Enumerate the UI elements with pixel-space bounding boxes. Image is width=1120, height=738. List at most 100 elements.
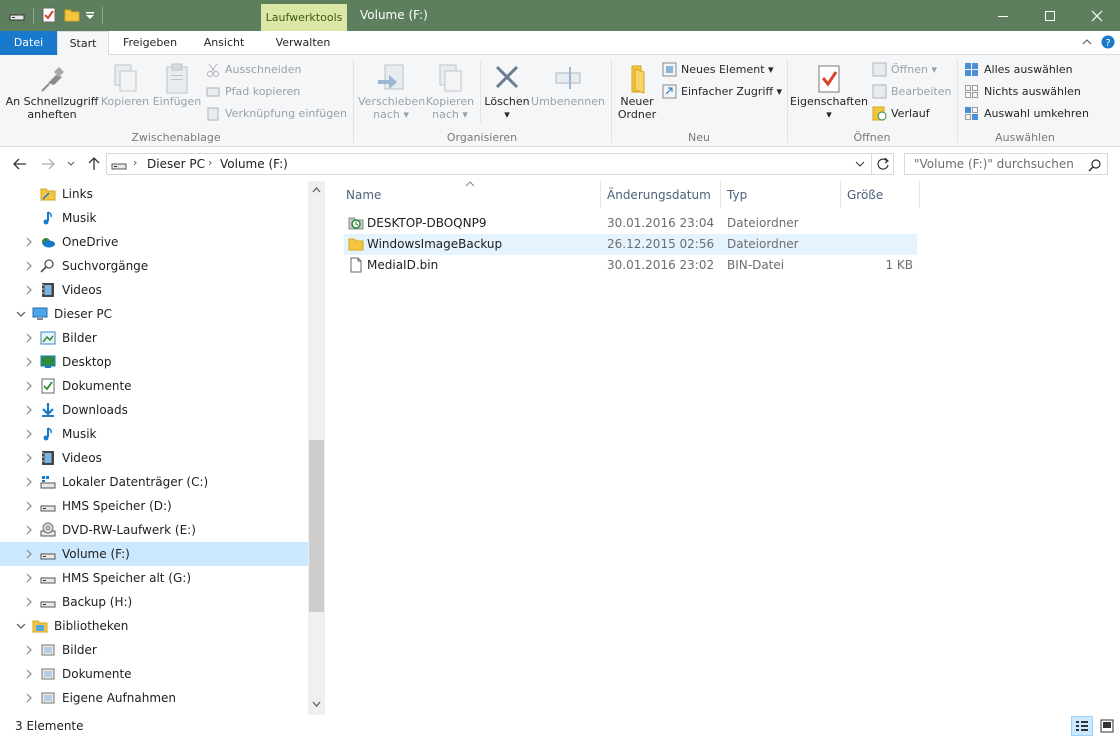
- paste-button[interactable]: Einfügen: [152, 63, 202, 123]
- chevron-right-icon[interactable]: [24, 668, 34, 679]
- nav-item[interactable]: HMS Speicher (D:): [0, 494, 308, 518]
- chevron-right-icon[interactable]: [24, 644, 34, 655]
- up-button[interactable]: [86, 156, 102, 172]
- address-bar[interactable]: › Dieser PC › Volume (F:): [106, 153, 872, 175]
- details-view-button[interactable]: [1071, 716, 1093, 736]
- rename-button[interactable]: Umbenennen: [530, 63, 606, 123]
- context-tab-laufwerktools[interactable]: Laufwerktools: [261, 4, 347, 31]
- address-history-button[interactable]: [855, 158, 867, 170]
- scroll-up-icon[interactable]: [308, 181, 325, 198]
- file-row[interactable]: WindowsImageBackup 26.12.2015 02:56 Dateio…: [344, 234, 917, 255]
- nav-item[interactable]: Videos: [0, 446, 308, 470]
- copy-to-button[interactable]: Kopieren nach ▾: [424, 63, 476, 129]
- chevron-right-icon[interactable]: [24, 260, 34, 271]
- chevron-right-icon[interactable]: [24, 524, 34, 535]
- scroll-down-icon[interactable]: [308, 696, 325, 713]
- pin-quick-access-button[interactable]: An Schnellzugriff anheften: [4, 63, 100, 129]
- chevron-right-icon[interactable]: [24, 404, 34, 415]
- column-header-type[interactable]: Typ: [720, 181, 840, 208]
- nav-item[interactable]: Bibliotheken: [0, 614, 308, 638]
- customize-dropdown-icon[interactable]: [84, 7, 100, 23]
- nav-item[interactable]: Downloads: [0, 398, 308, 422]
- chevron-right-icon[interactable]: [24, 692, 34, 703]
- close-button[interactable]: [1074, 0, 1120, 31]
- nav-item[interactable]: Bilder: [0, 326, 308, 350]
- tab-ansicht[interactable]: Ansicht: [190, 31, 258, 55]
- forward-button[interactable]: [40, 156, 58, 172]
- invert-selection-button[interactable]: Auswahl umkehren: [964, 106, 1089, 124]
- chevron-right-icon[interactable]: [24, 596, 34, 607]
- copy-button[interactable]: Kopieren: [100, 63, 150, 123]
- chevron-right-icon[interactable]: [24, 572, 34, 583]
- minimize-button[interactable]: [980, 0, 1026, 31]
- column-header-name[interactable]: Name: [339, 181, 601, 208]
- nav-item[interactable]: Lokaler Datenträger (C:): [0, 470, 308, 494]
- chevron-right-icon[interactable]: [24, 548, 34, 559]
- nav-item[interactable]: Musik: [0, 422, 308, 446]
- chevron-right-icon[interactable]: [24, 236, 34, 247]
- open-button[interactable]: Öffnen ▾: [872, 62, 956, 80]
- nav-item[interactable]: HMS Speicher alt (G:): [0, 566, 308, 590]
- breadcrumb-volume-f[interactable]: Volume (F:): [220, 157, 288, 171]
- new-item-button[interactable]: Neues Element ▾: [662, 62, 782, 80]
- history-button[interactable]: Verlauf: [872, 106, 956, 124]
- move-to-button[interactable]: Verschieben nach ▾: [358, 63, 425, 129]
- help-button[interactable]: ?: [1101, 35, 1115, 49]
- nav-item[interactable]: Dokumente: [0, 374, 308, 398]
- chevron-down-icon[interactable]: [16, 308, 26, 318]
- tab-start[interactable]: Start: [57, 31, 109, 56]
- ribbon-collapse-button[interactable]: [1080, 35, 1094, 49]
- copy-path-button[interactable]: Pfad kopieren: [206, 84, 346, 102]
- search-input[interactable]: "Volume (F:)" durchsuchen: [904, 153, 1108, 175]
- breadcrumb-separator[interactable]: ›: [133, 156, 137, 169]
- nav-item[interactable]: Dokumente: [0, 662, 308, 686]
- nav-item[interactable]: Desktop: [0, 350, 308, 374]
- chevron-right-icon[interactable]: [24, 284, 34, 295]
- column-header-date[interactable]: Änderungsdatum: [600, 181, 720, 208]
- nav-item[interactable]: DVD-RW-Laufwerk (E:): [0, 518, 308, 542]
- new-folder-icon[interactable]: [64, 7, 80, 23]
- cut-button[interactable]: Ausschneiden: [206, 62, 346, 80]
- nav-item[interactable]: Eigene Aufnahmen: [0, 686, 308, 710]
- tab-verwalten[interactable]: Verwalten: [262, 31, 344, 55]
- nav-item[interactable]: Musik: [0, 206, 308, 230]
- nav-item[interactable]: Dieser PC: [0, 302, 308, 326]
- file-row[interactable]: DESKTOP-DBOQNP9 30.01.2016 23:04 Dateiordn…: [344, 213, 917, 234]
- back-button[interactable]: [12, 156, 30, 172]
- chevron-right-icon[interactable]: [24, 332, 34, 343]
- nav-item[interactable]: Videos: [0, 278, 308, 302]
- select-all-button[interactable]: Alles auswählen: [964, 62, 1084, 80]
- chevron-right-icon[interactable]: [24, 452, 34, 463]
- tab-freigeben[interactable]: Freigeben: [112, 31, 188, 55]
- chevron-right-icon[interactable]: [24, 356, 34, 367]
- delete-button[interactable]: Löschen ▾: [484, 63, 530, 129]
- chevron-right-icon[interactable]: [24, 476, 34, 487]
- select-none-button[interactable]: Nichts auswählen: [964, 84, 1084, 102]
- file-row[interactable]: MediaID.bin 30.01.2016 23:02 BIN-Datei 1 KB: [344, 255, 917, 276]
- nav-scrollbar-thumb[interactable]: [309, 440, 324, 612]
- drive-icon[interactable]: [9, 7, 25, 23]
- breadcrumb-separator[interactable]: ›: [208, 156, 212, 169]
- chevron-down-icon[interactable]: [16, 620, 26, 630]
- large-icons-view-button[interactable]: [1096, 716, 1118, 736]
- edit-button[interactable]: Bearbeiten: [872, 84, 956, 102]
- nav-item[interactable]: Links: [0, 182, 308, 206]
- nav-item[interactable]: Volume (F:): [0, 542, 308, 566]
- maximize-button[interactable]: [1027, 0, 1073, 31]
- nav-item[interactable]: Backup (H:): [0, 590, 308, 614]
- nav-item[interactable]: OneDrive: [0, 230, 308, 254]
- column-separator[interactable]: [919, 181, 920, 208]
- nav-item[interactable]: Bilder: [0, 638, 308, 662]
- properties-icon[interactable]: [41, 7, 57, 23]
- recent-locations-button[interactable]: [66, 158, 78, 170]
- easy-access-button[interactable]: Einfacher Zugriff ▾: [662, 84, 786, 102]
- paste-shortcut-button[interactable]: Verknüpfung einfügen: [206, 106, 356, 124]
- breadcrumb-dieser-pc[interactable]: Dieser PC: [147, 157, 205, 171]
- chevron-right-icon[interactable]: [24, 428, 34, 439]
- nav-scrollbar[interactable]: [308, 181, 325, 715]
- nav-item[interactable]: Suchvorgänge: [0, 254, 308, 278]
- refresh-button[interactable]: [872, 153, 894, 175]
- column-header-size[interactable]: Größe: [840, 181, 918, 208]
- new-folder-button[interactable]: Neuer Ordner: [614, 63, 660, 129]
- properties-button[interactable]: Eigenschaften ▾: [790, 63, 868, 129]
